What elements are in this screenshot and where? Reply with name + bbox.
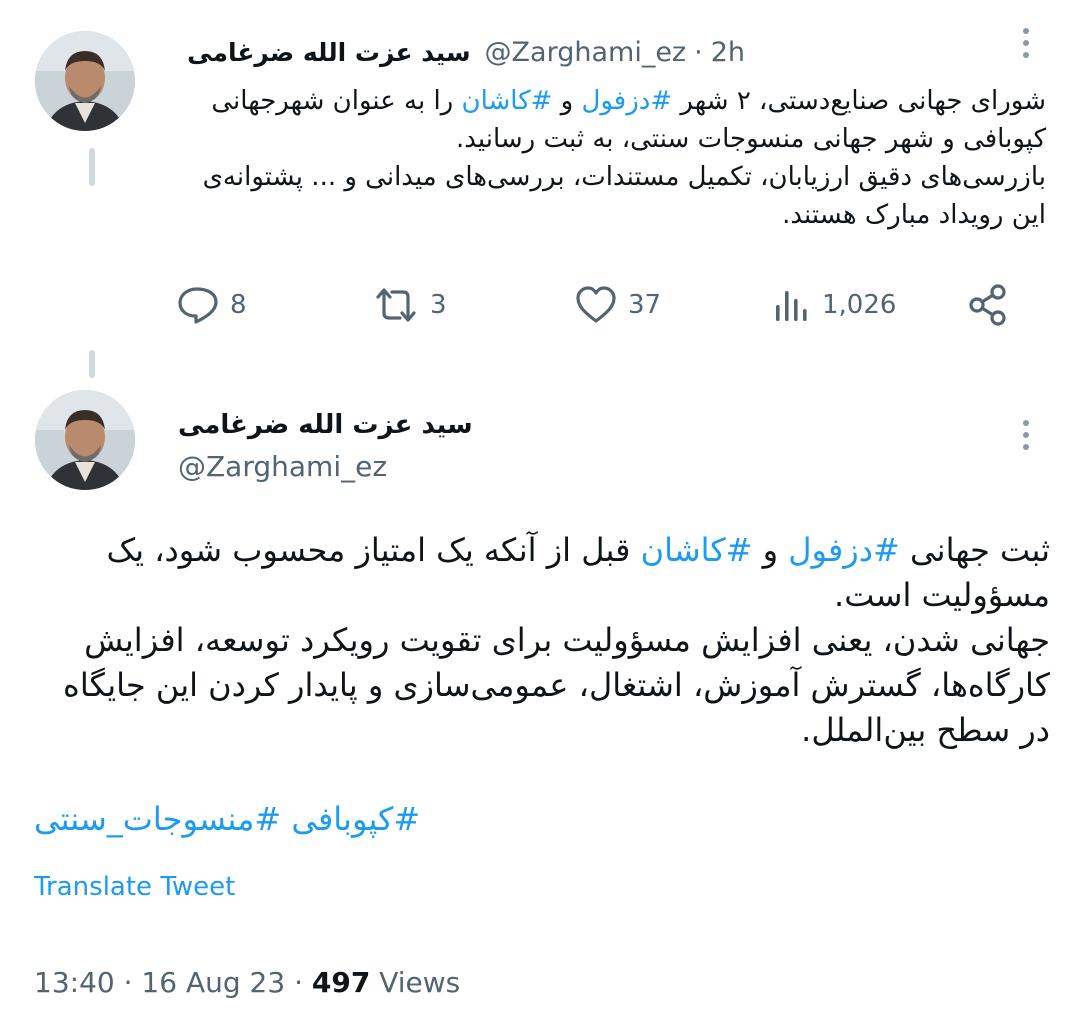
more-icon[interactable]	[1016, 420, 1036, 450]
tweet-time[interactable]: 13:40	[34, 966, 115, 999]
tweet-text-segment: و	[552, 86, 582, 116]
tweet-text-segment: بازرسی‌های دقیق ارزیابان، تکمیل مستندات،…	[202, 162, 1046, 230]
heart-icon	[574, 285, 618, 325]
thread-line-middle	[89, 350, 95, 378]
reply-count: 8	[230, 290, 247, 320]
more-icon[interactable]	[1016, 28, 1036, 58]
reply-button[interactable]: 8	[176, 283, 247, 327]
views-count: 1,026	[822, 290, 897, 320]
separator-dot: ·	[123, 966, 133, 999]
retweet-icon	[372, 285, 420, 325]
tweet-date[interactable]: 16 Aug 23	[141, 966, 285, 999]
author-name[interactable]: سید عزت الله ضرغامی	[187, 38, 470, 67]
tweet-time[interactable]: 2h	[711, 37, 745, 68]
separator-dot: ·	[694, 36, 703, 68]
view-count[interactable]: 497	[312, 966, 370, 999]
like-count: 37	[628, 290, 662, 320]
tweet-paragraph: ثبت جهانی #دزفول و #کاشان قبل از آنکه یک…	[30, 528, 1050, 618]
hashtag-link[interactable]: #کاشان	[641, 531, 753, 569]
tweet-text-segment: شورای جهانی صنایع‌دستی، ۲ شهر	[672, 86, 1046, 116]
tweet-meta: 13:40 · 16 Aug 23 · 497 Views	[34, 966, 460, 999]
translate-tweet-link[interactable]: Translate Tweet	[34, 872, 235, 902]
hashtag-link[interactable]: #دزفول	[581, 86, 672, 116]
hashtag-link[interactable]: #کاشان	[462, 86, 553, 116]
share-button[interactable]	[966, 283, 1010, 327]
author-name[interactable]: سید عزت الله ضرغامی	[178, 410, 473, 440]
avatar[interactable]	[35, 31, 135, 131]
views-button[interactable]: 1,026	[772, 283, 896, 327]
tweet-text-segment: ثبت جهانی	[899, 531, 1050, 569]
retweet-button[interactable]: 3	[372, 283, 447, 327]
thread-line-top	[89, 148, 95, 186]
retweet-count: 3	[430, 290, 447, 320]
share-icon	[966, 283, 1010, 327]
views-label: Views	[379, 966, 461, 999]
reply-icon	[176, 285, 220, 325]
author-handle[interactable]: @Zarghami_ez	[178, 450, 387, 483]
tweet-text: ثبت جهانی #دزفول و #کاشان قبل از آنکه یک…	[30, 528, 1050, 753]
avatar[interactable]	[35, 390, 135, 490]
tweet-text-segment: و	[752, 531, 789, 569]
hashtag-link[interactable]: #دزفول	[788, 531, 900, 569]
tweet-text: شورای جهانی صنایع‌دستی، ۲ شهر #دزفول و #…	[170, 82, 1046, 234]
tweet-header: سید عزت الله ضرغامی @Zarghami_ez · 2h	[187, 30, 745, 74]
separator-dot: ·	[294, 966, 303, 999]
author-handle[interactable]: @Zarghami_ez	[485, 37, 687, 68]
tweet-paragraph: جهانی شدن، یعنی افزایش مسؤولیت برای تقوی…	[63, 621, 1050, 749]
views-icon	[772, 285, 812, 325]
like-button[interactable]: 37	[574, 283, 661, 327]
hashtag-line[interactable]: #کپوبافی #منسوجات_سنتی	[34, 800, 420, 838]
